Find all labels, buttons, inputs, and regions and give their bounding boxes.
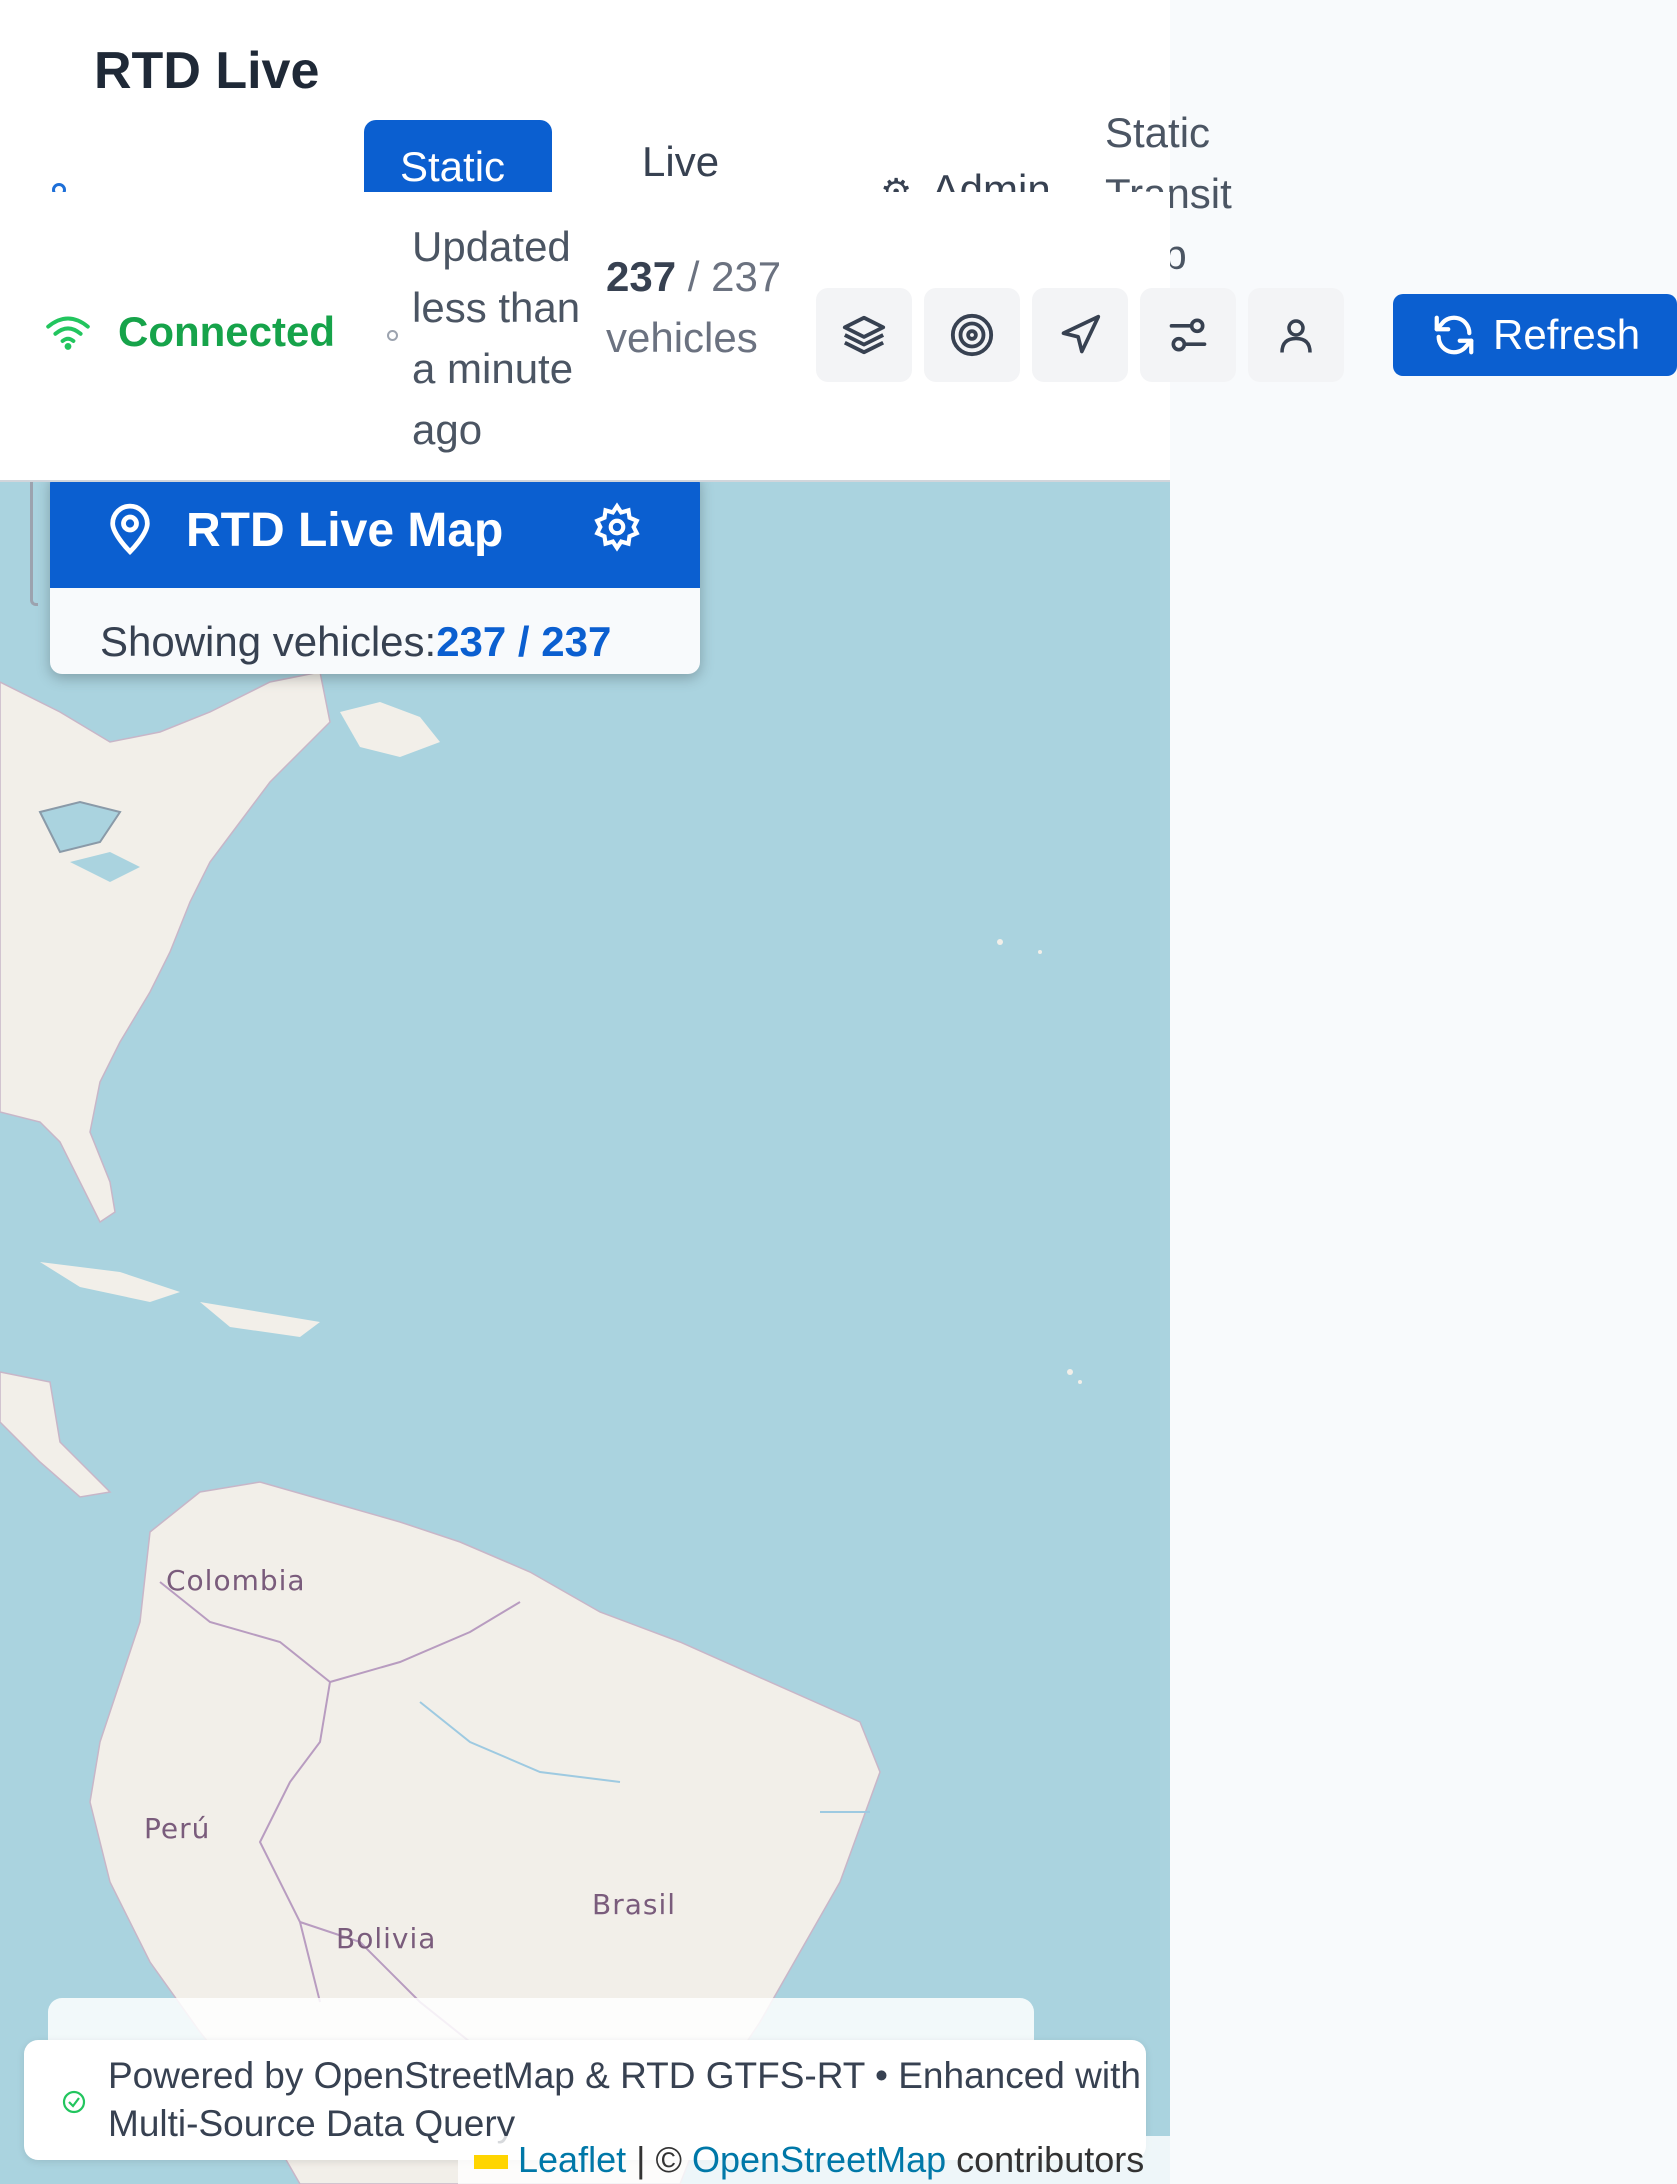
connection-status: Connected <box>46 308 335 356</box>
layers-button[interactable] <box>816 288 912 382</box>
refresh-button[interactable]: Refresh <box>1393 294 1677 376</box>
tab-static[interactable]: Static <box>364 120 552 192</box>
wifi-icon <box>46 316 90 350</box>
zoom-control-edge[interactable] <box>30 482 38 606</box>
map-pin-icon <box>110 503 150 556</box>
app-title: RTD Live <box>94 42 320 100</box>
map-label-bolivia: Bolivia <box>336 1922 437 1955</box>
map-card-title: RTD Live Map <box>186 503 504 557</box>
gear-icon[interactable] <box>592 502 642 552</box>
map-attribution: Leaflet | © OpenStreetMap contributors <box>458 2136 1170 2184</box>
tab-admin[interactable]: ⚙ Admin <box>880 160 1051 192</box>
map-label-brasil: Brasil <box>592 1888 677 1921</box>
status-bar: Connected Updated less than a minute ago… <box>0 192 1677 482</box>
logo-icon <box>52 183 66 192</box>
sliders-icon <box>1169 318 1207 352</box>
showing-label: Showing vehicles: <box>100 618 437 665</box>
tab-live[interactable]: ((•)) Live <box>598 132 719 192</box>
attribution-separator: | © <box>626 2139 692 2180</box>
showing-value: 237 / 237 <box>436 618 612 665</box>
broadcast-icon: ((•)) <box>598 182 628 192</box>
user-icon <box>1280 319 1312 353</box>
map-info-card: RTD Live Map Showing vehicles:237 / 237 <box>50 482 700 674</box>
refresh-icon <box>1434 315 1474 355</box>
settings-icon: ⚙ <box>880 171 913 192</box>
map-card-body: Showing vehicles:237 / 237 <box>50 588 700 666</box>
tab-admin-label: Admin <box>931 166 1051 192</box>
filters-button[interactable] <box>1140 288 1236 382</box>
target-icon <box>950 313 994 357</box>
target-button[interactable] <box>924 288 1020 382</box>
map-card-header: RTD Live Map <box>50 482 700 588</box>
vehicle-count-value: 237 <box>606 253 677 300</box>
navigation-icon <box>1061 314 1101 354</box>
layers-icon <box>842 315 886 355</box>
leaflet-link[interactable]: Leaflet <box>518 2139 626 2180</box>
connection-label: Connected <box>118 308 336 355</box>
tab-live-label: Live <box>642 138 720 185</box>
app-header: RTD Live Static ((•)) Live ⚙ Admin <box>0 0 1170 192</box>
refresh-label: Refresh <box>1493 311 1641 358</box>
map-tiles <box>0 592 1082 2184</box>
clock-icon <box>387 330 398 341</box>
last-updated: Updated less than a minute ago <box>412 223 581 453</box>
map-label-peru: Perú <box>144 1812 211 1845</box>
user-button[interactable] <box>1248 288 1344 382</box>
map-view[interactable]: Colombia Perú Bolivia Brasil RTD Live Ma… <box>0 482 1170 2184</box>
attribution-suffix: contributors <box>946 2139 1145 2180</box>
navigate-button[interactable] <box>1032 288 1128 382</box>
map-label-colombia: Colombia <box>166 1564 306 1597</box>
osm-link[interactable]: OpenStreetMap <box>692 2139 946 2180</box>
flag-icon <box>474 2155 508 2170</box>
vehicle-count: 237 / 237 vehicles <box>606 246 786 368</box>
check-circle-icon <box>62 2090 86 2114</box>
